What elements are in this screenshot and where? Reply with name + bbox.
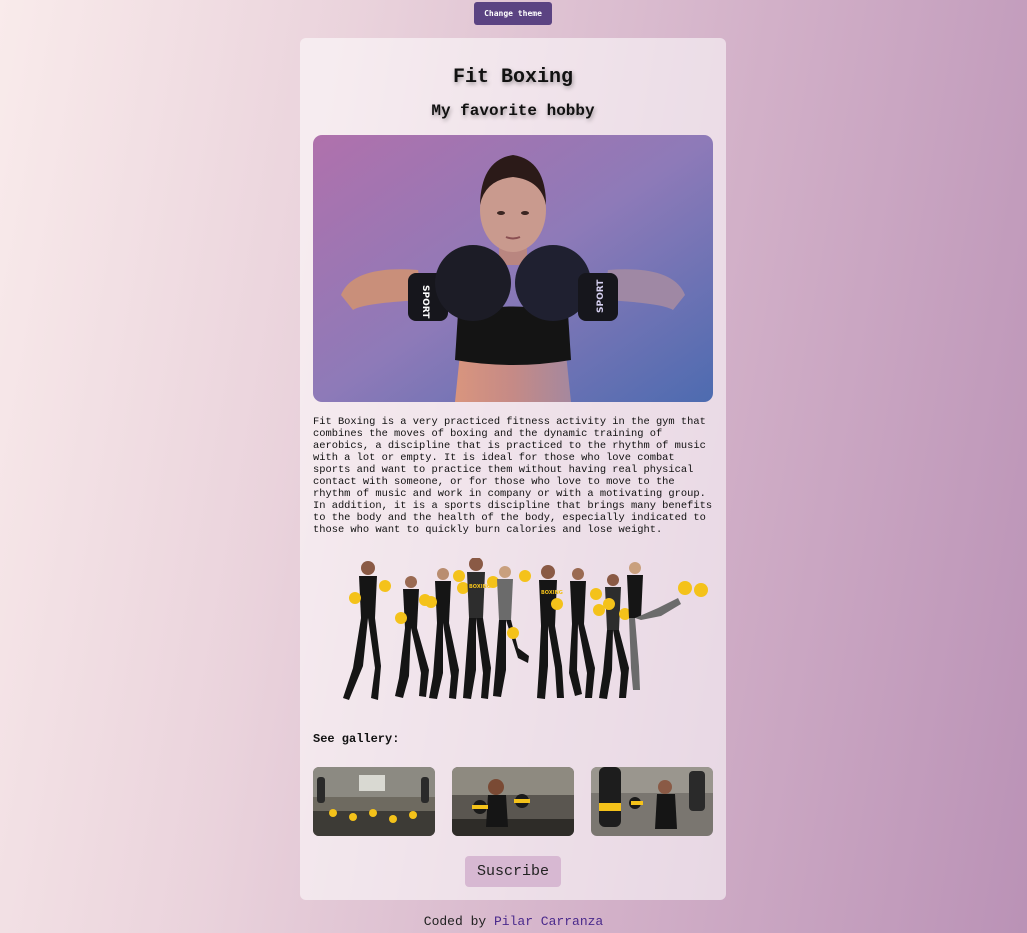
glove-right-text: SPORT bbox=[596, 279, 606, 313]
shirt-text-1: BOXING bbox=[469, 584, 491, 590]
author-link[interactable]: Pilar Carranza bbox=[494, 914, 603, 929]
boxer-figures: BOXING BOXING bbox=[343, 557, 708, 700]
page-subtitle: My favorite hobby bbox=[431, 102, 595, 120]
gallery-thumb-punching-bag[interactable] bbox=[591, 767, 713, 836]
gallery-thumb-class[interactable] bbox=[313, 767, 435, 836]
glove-left-text: SPORT bbox=[420, 285, 430, 319]
shirt-text-2: BOXING bbox=[541, 590, 563, 596]
gallery-thumb-boxer-woman[interactable] bbox=[452, 767, 574, 836]
hobby-card: Fit Boxing My favorite hobby SPORT SPORT… bbox=[300, 38, 726, 900]
gallery-label: See gallery: bbox=[313, 732, 400, 746]
hero-image-boxer: SPORT SPORT bbox=[313, 135, 713, 402]
subscribe-button[interactable]: Suscribe bbox=[465, 856, 561, 887]
page-title: Fit Boxing bbox=[452, 66, 574, 89]
footer-prefix: Coded by bbox=[423, 914, 494, 929]
change-theme-button[interactable]: Change theme bbox=[474, 2, 552, 25]
group-boxers-image: BOXING BOXING bbox=[313, 557, 713, 718]
footer: Coded by Pilar Carranza bbox=[0, 914, 1027, 929]
description-text: Fit Boxing is a very practiced fitness a… bbox=[313, 416, 713, 536]
